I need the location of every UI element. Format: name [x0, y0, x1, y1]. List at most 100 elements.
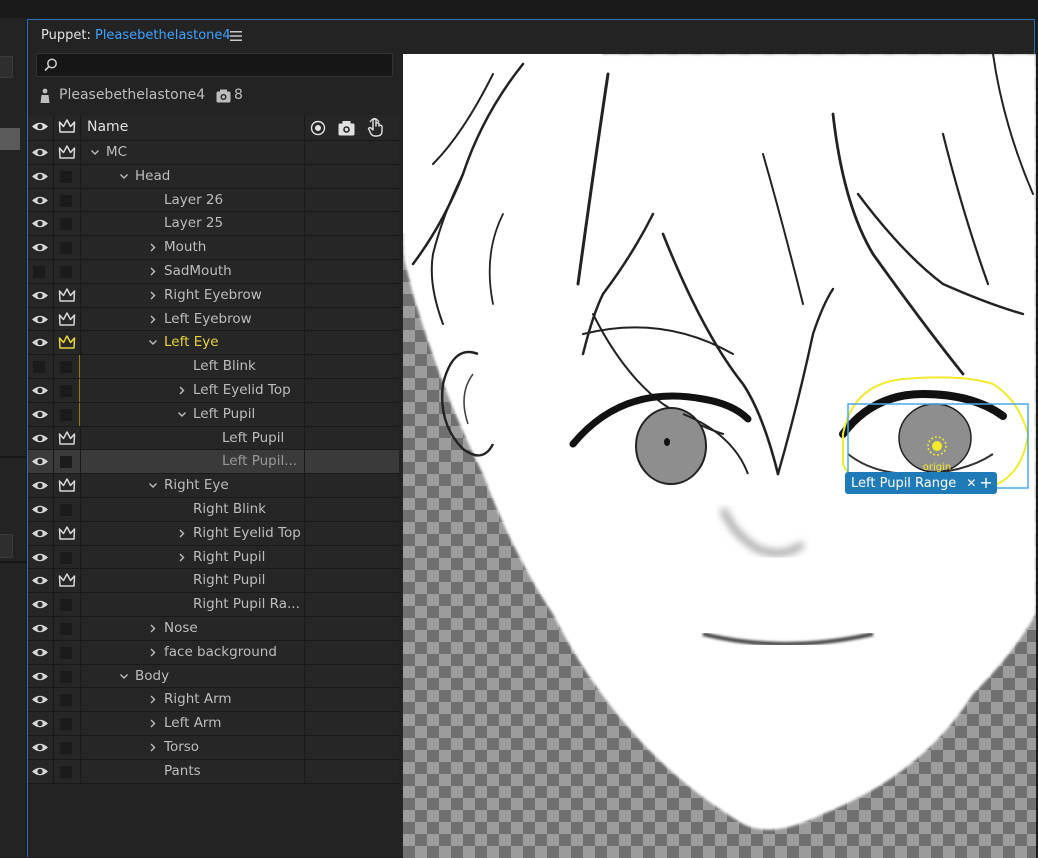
visibility-eye-icon[interactable] [31, 455, 49, 468]
visibility-eye-icon[interactable] [31, 170, 49, 183]
layer-row[interactable]: Left Eye [28, 331, 399, 356]
layer-row[interactable]: Right Pupil [28, 545, 399, 570]
chevron-right-icon[interactable] [178, 553, 186, 562]
handle-toggle-off[interactable] [60, 765, 72, 778]
visibility-eye-icon[interactable] [31, 670, 49, 683]
chevron-right-icon[interactable] [149, 315, 157, 324]
layer-row[interactable]: Left Eyebrow [28, 307, 399, 332]
layer-row[interactable]: Left Pupil [28, 426, 399, 451]
visibility-column-eye-icon[interactable] [31, 120, 49, 133]
chevron-right-icon[interactable] [178, 386, 186, 395]
chevron-down-icon[interactable] [149, 481, 157, 490]
layer-row[interactable]: SadMouth [28, 259, 399, 284]
layer-name[interactable]: Right Eye [164, 477, 229, 493]
visibility-eye-icon[interactable] [31, 503, 49, 516]
layer-name[interactable]: SadMouth [164, 263, 232, 279]
layer-name[interactable]: Left Pupil... [222, 453, 297, 469]
layer-row[interactable]: Right Pupil [28, 569, 399, 594]
layer-row[interactable]: Right Eyelid Top [28, 521, 399, 546]
layer-name[interactable]: Layer 25 [164, 215, 223, 231]
handle-toggle-off[interactable] [60, 646, 72, 659]
visibility-eye-icon[interactable] [31, 241, 49, 254]
layer-row[interactable]: Right Pupil Ra... [28, 593, 399, 617]
left-panel-field[interactable] [0, 56, 13, 78]
handle-toggle-off[interactable] [60, 194, 72, 207]
layer-row[interactable]: Layer 25 [28, 212, 399, 237]
handle-toggle-off[interactable] [60, 456, 72, 469]
layer-row[interactable]: Right Eye [28, 474, 399, 498]
visibility-eye-icon[interactable] [31, 574, 49, 587]
layer-row[interactable]: Left Blink [28, 355, 399, 379]
layer-row[interactable]: Right Blink [28, 497, 399, 522]
layer-row[interactable]: Mouth [28, 236, 399, 260]
chevron-right-icon[interactable] [149, 743, 157, 752]
chevron-right-icon[interactable] [149, 624, 157, 633]
layer-name[interactable]: MC [106, 144, 127, 160]
layer-row[interactable]: Left Arm [28, 712, 399, 736]
layer-name[interactable]: Body [135, 668, 169, 684]
chevron-down-icon[interactable] [91, 148, 99, 157]
handle-crown-icon[interactable] [58, 478, 76, 493]
layer-row[interactable]: Torso [28, 735, 399, 760]
visibility-eye-icon[interactable] [31, 479, 49, 492]
layer-name[interactable]: Left Arm [164, 715, 221, 731]
chevron-right-icon[interactable] [149, 291, 157, 300]
handle-crown-icon[interactable] [58, 335, 76, 350]
layer-name[interactable]: Head [135, 168, 170, 184]
layer-name[interactable]: Left Pupil [193, 406, 255, 422]
visibility-eye-icon[interactable] [31, 741, 49, 754]
handle-crown-icon[interactable] [58, 145, 76, 160]
layer-name[interactable]: Right Pupil [193, 549, 265, 565]
layer-row[interactable]: Pants [28, 759, 399, 784]
left-panel-swatch[interactable] [0, 128, 20, 150]
visibility-eye-icon[interactable] [31, 551, 49, 564]
chevron-down-icon[interactable] [178, 410, 186, 419]
handle-crown-icon[interactable] [58, 573, 76, 588]
layer-name[interactable]: Right Eyebrow [164, 287, 262, 303]
chevron-right-icon[interactable] [178, 529, 186, 538]
handle-crown-icon[interactable] [58, 288, 76, 303]
visibility-eye-icon[interactable] [31, 336, 49, 349]
handle-crown-icon[interactable] [58, 526, 76, 541]
visibility-eye-icon[interactable] [31, 717, 49, 730]
visibility-eye-icon[interactable] [31, 384, 49, 397]
chevron-right-icon[interactable] [149, 243, 157, 252]
puppet-canvas[interactable]: origin Left Pupil Range ✕ + [403, 54, 1036, 858]
visibility-eye-icon[interactable] [31, 527, 49, 540]
record-column-icon[interactable] [310, 120, 326, 136]
layer-row[interactable]: Left Pupil [28, 402, 399, 427]
handle-toggle-off[interactable] [60, 670, 72, 683]
layer-row[interactable]: MC [28, 141, 399, 165]
chevron-right-icon[interactable] [149, 719, 157, 728]
handle-toggle-off[interactable] [60, 694, 72, 707]
chevron-right-icon[interactable] [149, 267, 157, 276]
left-panel-field-2[interactable] [0, 534, 13, 558]
layer-row[interactable]: Right Eyebrow [28, 283, 399, 308]
layer-name[interactable]: Pants [164, 763, 201, 779]
layer-name[interactable]: Right Pupil Ra... [193, 596, 300, 612]
chevron-down-icon[interactable] [120, 172, 128, 181]
layer-row[interactable]: Body [28, 664, 399, 689]
chevron-down-icon[interactable] [120, 672, 128, 681]
handle-toggle-off[interactable] [60, 242, 72, 255]
chevron-right-icon[interactable] [149, 648, 157, 657]
visibility-eye-icon[interactable] [31, 646, 49, 659]
layer-name[interactable]: Layer 26 [164, 192, 223, 208]
visibility-eye-icon[interactable] [31, 289, 49, 302]
layer-row[interactable]: face background [28, 640, 399, 665]
handle-toggle-off[interactable] [60, 408, 72, 421]
layer-name[interactable]: Left Pupil [222, 430, 284, 446]
visibility-eye-icon[interactable] [31, 765, 49, 778]
handle-toggle-off[interactable] [60, 622, 72, 635]
layer-name[interactable]: Mouth [164, 239, 206, 255]
handle-toggle-off[interactable] [60, 599, 72, 612]
visibility-eye-icon[interactable] [31, 598, 49, 611]
visibility-eye-icon[interactable] [31, 408, 49, 421]
visibility-eye-icon[interactable] [31, 194, 49, 207]
range-add-button[interactable]: + [975, 472, 997, 494]
handle-crown-icon[interactable] [58, 311, 76, 327]
name-column-header[interactable]: Name [87, 119, 128, 135]
handle-toggle-off[interactable] [60, 384, 72, 397]
handle-toggle-off[interactable] [60, 218, 72, 231]
handle-toggle-off[interactable] [60, 361, 72, 374]
